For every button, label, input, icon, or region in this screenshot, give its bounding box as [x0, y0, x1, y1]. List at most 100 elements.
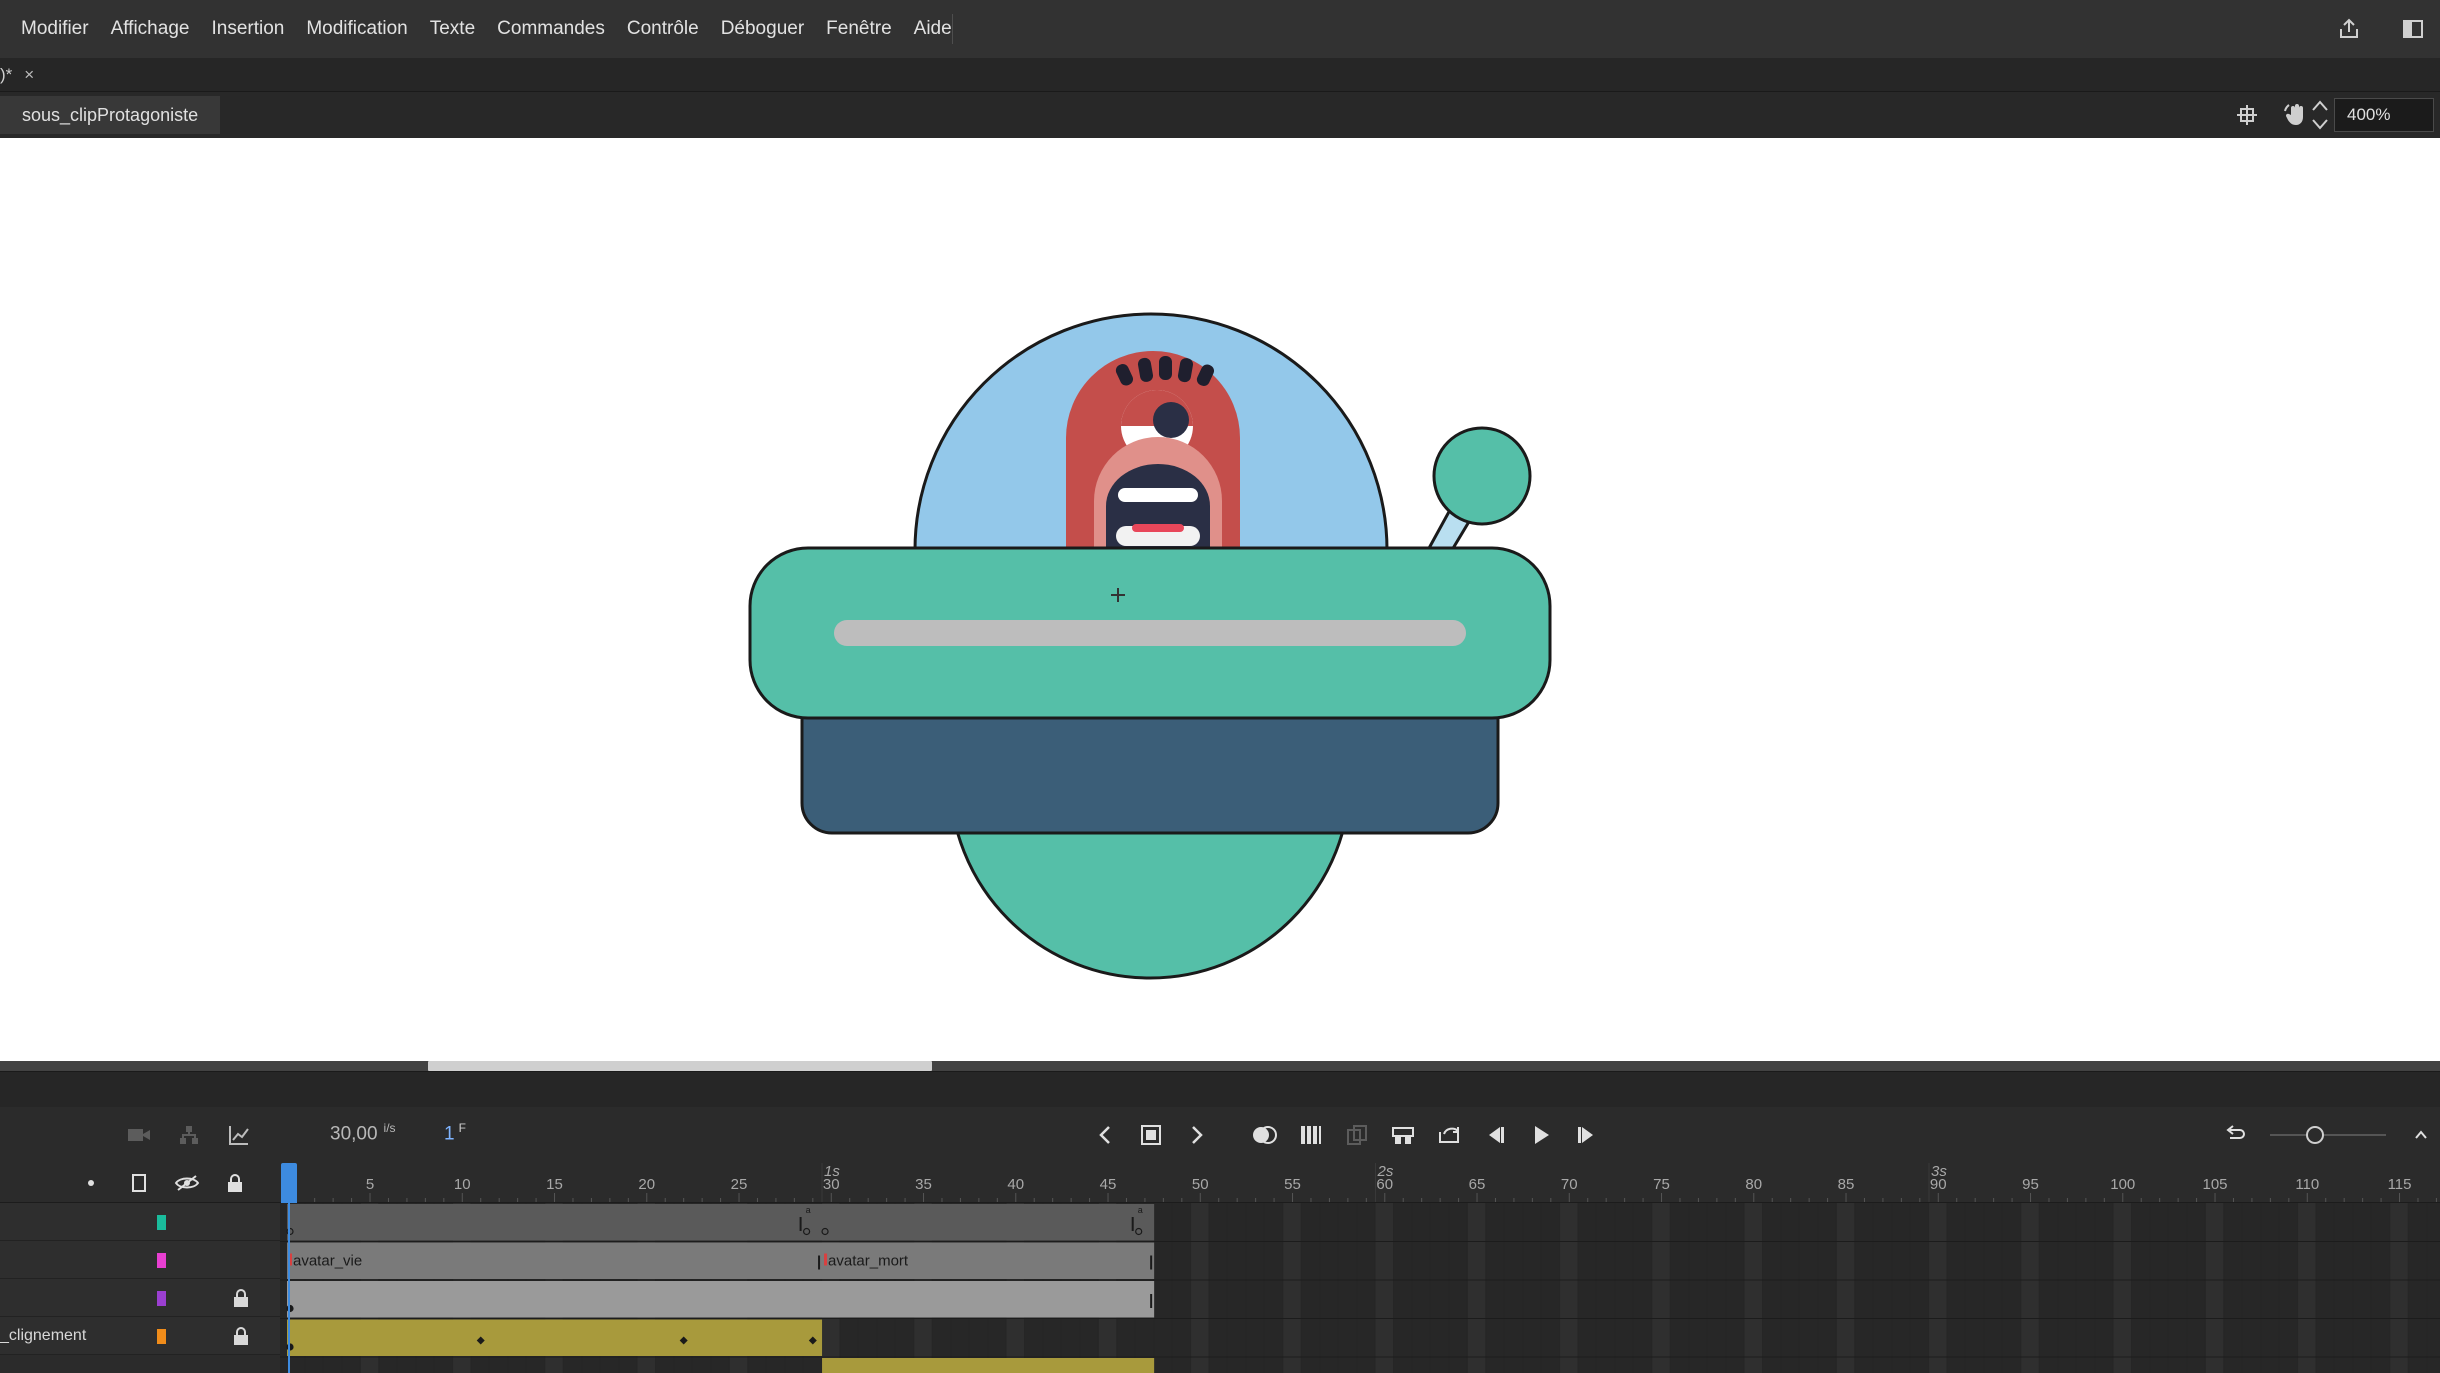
ruler-label: 10	[454, 1176, 471, 1193]
layer-color-swatch[interactable]	[157, 1291, 166, 1306]
lock-icon[interactable]	[232, 1288, 250, 1308]
menu-item-affichage[interactable]: Affichage	[100, 0, 201, 58]
empty-frame-column	[1467, 1203, 1486, 1373]
current-frame-display[interactable]: 1F	[444, 1121, 466, 1145]
ruler-label: 115	[2388, 1176, 2412, 1193]
ruler-label: 20	[638, 1176, 655, 1193]
camera-icon[interactable]	[124, 1120, 154, 1150]
layer-name[interactable]: _clignement	[0, 1317, 86, 1355]
lock-icon[interactable]	[220, 1168, 250, 1198]
empty-frame-column	[1947, 1203, 1965, 1373]
share-icon[interactable]	[2334, 14, 2364, 44]
undo-icon[interactable]	[2220, 1120, 2250, 1150]
stage-canvas[interactable]	[0, 138, 2440, 1061]
breadcrumb-symbol[interactable]: sous_clipProtagoniste	[0, 96, 221, 134]
span-end-bar	[1131, 1217, 1134, 1231]
empty-frame-column	[1209, 1203, 1227, 1373]
timeline-toolbar: 30,00 i/s 1F	[0, 1107, 2440, 1163]
layer-color-swatch[interactable]	[157, 1329, 166, 1344]
empty-frame-column	[1486, 1203, 1504, 1373]
empty-frame-column	[1172, 1203, 1191, 1373]
empty-frame-column	[1191, 1203, 1209, 1373]
empty-frame-column	[1818, 1203, 1836, 1373]
panel-toggle-icon[interactable]	[2398, 14, 2428, 44]
frame-ruler[interactable]: 5 10 15 20 25 30 35 40 45 50 55 60 65 70 75 80 85 90 95 100…	[280, 1163, 2440, 1203]
zoom-stepper[interactable]	[2310, 96, 2330, 134]
empty-frame-column	[1338, 1203, 1357, 1373]
insert-frame-icon[interactable]	[1388, 1120, 1418, 1150]
onion-skin-icon[interactable]	[1250, 1120, 1280, 1150]
step-back-icon[interactable]	[1480, 1120, 1510, 1150]
empty-frame-column	[2113, 1203, 2131, 1373]
frame-rate-display[interactable]: 30,00 i/s	[330, 1121, 396, 1145]
menu-item-fenetre[interactable]: Fenêtre	[815, 0, 902, 58]
spaceship-artwork[interactable]	[0, 138, 2440, 1061]
frame-grid[interactable]: a a avatar_vie avatar_mort	[280, 1203, 2440, 1373]
visibility-icon[interactable]	[172, 1168, 202, 1198]
empty-frame-column	[1652, 1203, 1670, 1373]
menu-item-controle[interactable]: Contrôle	[616, 0, 710, 58]
layer-row[interactable]	[0, 1203, 280, 1241]
snap-icon[interactable]	[2232, 100, 2262, 130]
span-end-bar	[818, 1255, 821, 1270]
ruler-label: 70	[1561, 1176, 1578, 1193]
empty-frame-column	[2408, 1203, 2427, 1373]
stage-horizontal-scrollbar[interactable]	[0, 1061, 2440, 1071]
insert-keyframe-icon[interactable]	[1136, 1120, 1166, 1150]
loop-icon[interactable]	[1434, 1120, 1464, 1150]
time-marker: 1s	[824, 1163, 840, 1180]
layer-row[interactable]	[0, 1241, 280, 1279]
fps-value: 30,00	[330, 1123, 378, 1145]
ruler-label: 55	[1284, 1176, 1301, 1193]
span-end-bar	[1150, 1294, 1153, 1308]
empty-frame-column	[1154, 1203, 1172, 1373]
step-forward-icon[interactable]	[1572, 1120, 1602, 1150]
scrollbar-thumb[interactable]	[428, 1061, 932, 1071]
lock-icon[interactable]	[232, 1326, 250, 1346]
slider-knob[interactable]	[2306, 1126, 2324, 1144]
menu-item-modification[interactable]: Modification	[295, 0, 418, 58]
hand-rotate-icon[interactable]	[2282, 100, 2312, 130]
next-keyframe-icon[interactable]	[1182, 1120, 1212, 1150]
tween-span	[287, 1319, 823, 1356]
empty-frame-column	[2021, 1203, 2039, 1373]
expand-icon[interactable]	[2406, 1120, 2436, 1150]
close-icon[interactable]: ×	[24, 65, 34, 85]
empty-frame-column	[1449, 1203, 1467, 1373]
empty-frame-column	[1855, 1203, 1873, 1373]
menu-item-insertion[interactable]: Insertion	[200, 0, 295, 58]
menu-item-commandes[interactable]: Commandes	[486, 0, 616, 58]
empty-frame-column	[2168, 1203, 2187, 1373]
outline-icon[interactable]	[124, 1168, 154, 1198]
empty-frame-column	[2132, 1203, 2150, 1373]
empty-frame-column	[1227, 1203, 1246, 1373]
empty-frame-column	[1596, 1203, 1615, 1373]
empty-frame-column	[1541, 1203, 1560, 1373]
layer-parent-icon[interactable]	[174, 1120, 204, 1150]
menu-item-deboguer[interactable]: Déboguer	[710, 0, 815, 58]
edit-multiple-frames-icon[interactable]	[1296, 1120, 1326, 1150]
layer-row[interactable]	[0, 1279, 280, 1317]
playhead-handle[interactable]	[281, 1163, 297, 1203]
highlight-dot-icon[interactable]	[76, 1168, 106, 1198]
zoom-field[interactable]: 400%	[2334, 98, 2434, 132]
menu-item-texte[interactable]: Texte	[419, 0, 486, 58]
empty-frame-column	[1615, 1203, 1633, 1373]
document-tab[interactable]: )* ×	[0, 58, 34, 92]
ruler-graphic: 5 10 15 20 25 30 35 40 45 50 55 60 65 70 75 80 85 90 95 100…	[295, 1163, 2437, 1202]
menu-item-aide[interactable]: Aide	[903, 0, 963, 58]
graph-icon[interactable]	[224, 1120, 254, 1150]
timeline-zoom-slider[interactable]	[2270, 1125, 2386, 1145]
layer-color-swatch[interactable]	[157, 1215, 166, 1230]
ruler-label: 25	[731, 1176, 748, 1193]
frames-area[interactable]: a a avatar_vie avatar_mort	[280, 1203, 2440, 1373]
play-icon[interactable]	[1526, 1120, 1556, 1150]
ruler-label: 110	[2295, 1176, 2319, 1193]
layer-row[interactable]: _clignement	[0, 1317, 280, 1355]
empty-frame-column	[1246, 1203, 1264, 1373]
prev-keyframe-icon[interactable]	[1090, 1120, 1120, 1150]
menu-item-modifier[interactable]: Modifier	[10, 0, 100, 58]
layer-color-swatch[interactable]	[157, 1253, 166, 1268]
empty-frame-column	[2279, 1203, 2298, 1373]
paste-frames-icon[interactable]	[1342, 1120, 1372, 1150]
